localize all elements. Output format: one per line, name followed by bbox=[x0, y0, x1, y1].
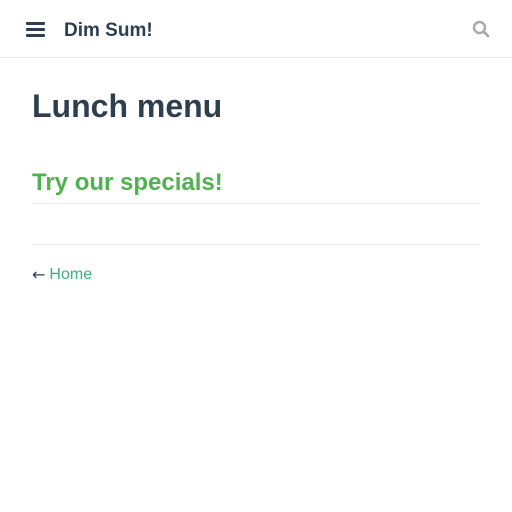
menu-bar bbox=[26, 28, 45, 31]
hamburger-menu-icon[interactable] bbox=[26, 21, 45, 37]
search-icon[interactable] bbox=[472, 20, 490, 38]
arrow-left-icon: ← bbox=[32, 265, 46, 284]
page-nav-prev: ← Home bbox=[32, 265, 92, 285]
menu-bar bbox=[26, 34, 45, 37]
specials-heading: Try our specials! bbox=[32, 169, 223, 196]
site-title-link[interactable]: Dim Sum! bbox=[64, 19, 153, 43]
home-link[interactable]: Home bbox=[49, 265, 92, 285]
page-nav-divider bbox=[32, 244, 480, 245]
menu-bar bbox=[26, 22, 45, 25]
page-title: Lunch menu bbox=[32, 88, 223, 124]
heading-divider bbox=[32, 203, 480, 204]
navbar: Dim Sum! bbox=[0, 0, 512, 58]
